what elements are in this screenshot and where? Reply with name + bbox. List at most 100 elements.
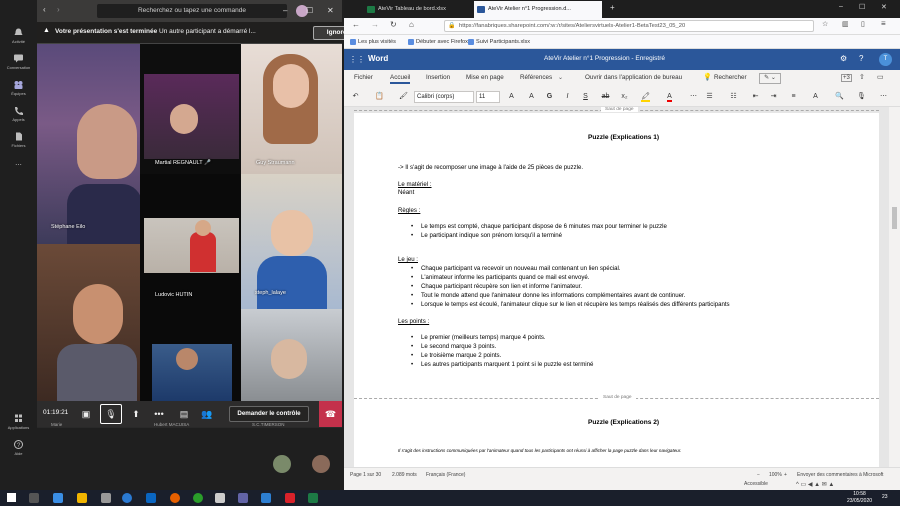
library-icon[interactable]: ▥ — [842, 20, 849, 28]
align-icon[interactable]: ≡ — [788, 91, 799, 103]
start-icon[interactable] — [7, 493, 16, 502]
video-tile[interactable] — [37, 244, 140, 401]
status-feedback[interactable]: Envoyer des commentaires à Microsoft — [797, 472, 883, 478]
sidebar-icon[interactable]: ▯ — [861, 20, 865, 28]
share-icon[interactable]: ⇧ — [859, 73, 865, 81]
video-tile[interactable] — [140, 304, 241, 401]
browser-tab-active[interactable]: AteVir Atelier n°1 Progression.d... — [474, 1, 602, 18]
firefox-icon[interactable] — [170, 493, 180, 503]
minimize-icon[interactable]: – — [283, 4, 287, 18]
avatar[interactable]: T — [879, 53, 892, 66]
close-icon[interactable]: ✕ — [327, 4, 334, 18]
italic-icon[interactable]: I — [562, 91, 573, 103]
scrollbar-thumb[interactable] — [892, 207, 897, 229]
underline-icon[interactable]: S — [580, 91, 591, 103]
notification-count[interactable]: 23 — [882, 494, 888, 500]
video-tile[interactable]: Martial REGNAULT 🎤 — [140, 44, 241, 174]
file-explorer-icon[interactable] — [77, 493, 87, 503]
rail-item-teams[interactable]: Équipes — [0, 80, 37, 96]
outlook-icon[interactable] — [146, 493, 156, 503]
font-color-icon[interactable]: A — [664, 91, 675, 103]
video-tile[interactable]: Ludovic HUTIN — [140, 174, 241, 304]
bookmark-item[interactable]: Débuter avec Firefox — [408, 37, 468, 47]
comment-icon[interactable]: ▭ — [877, 73, 884, 81]
styles-icon[interactable]: A — [810, 91, 821, 103]
bookmark-item[interactable]: Les plus visités — [350, 37, 396, 47]
help-icon[interactable]: ? — [859, 54, 863, 63]
document-area[interactable]: Saut de page Puzzle (Explications 1) -> … — [344, 107, 889, 467]
more-icon[interactable]: ⋯ — [878, 91, 889, 103]
acrobat-icon[interactable] — [285, 493, 295, 503]
zoom-in-icon[interactable]: + — [784, 472, 787, 478]
video-tile[interactable]: Stéphane Eilo — [37, 44, 140, 244]
decrease-indent-icon[interactable]: ⇤ — [750, 91, 761, 103]
video-tile[interactable]: Guy Straumann — [241, 44, 342, 174]
bullets-icon[interactable]: ☰ — [704, 91, 715, 103]
paste-icon[interactable]: 📋 — [374, 91, 385, 103]
comments-button[interactable]: +3 — [841, 74, 852, 82]
subscript-icon[interactable]: x₂ — [619, 91, 630, 103]
forward-icon[interactable]: → — [371, 20, 379, 29]
word-app-name[interactable]: Word — [368, 54, 388, 63]
bookmark-item[interactable]: Suivi Participants.xlsx — [468, 37, 530, 47]
dictate-icon[interactable]: 🎙 — [856, 91, 867, 103]
back-icon[interactable]: ‹ — [43, 5, 46, 14]
settings-icon[interactable] — [101, 493, 111, 503]
app-icon[interactable] — [215, 493, 225, 503]
settings-icon[interactable]: ⚙ — [840, 54, 847, 63]
tab-insertion[interactable]: Insertion — [426, 74, 450, 81]
rail-item-more[interactable]: ... — [0, 158, 37, 167]
chat-icon[interactable]: ▤ — [177, 407, 191, 421]
avatar[interactable] — [312, 455, 330, 473]
increase-indent-icon[interactable]: ⇥ — [768, 91, 779, 103]
open-desktop-app[interactable]: Ouvrir dans l'application de bureau — [585, 74, 682, 81]
back-icon[interactable]: ← — [352, 20, 360, 29]
participants-icon[interactable]: 👥 — [200, 407, 214, 421]
teams-search-input[interactable]: Recherchez ou tapez une commande — [97, 4, 287, 18]
bookmark-star-icon[interactable]: ☆ — [822, 20, 828, 28]
mic-icon[interactable]: 🎙 — [100, 404, 122, 424]
request-control-button[interactable]: Demander le contrôle — [229, 406, 309, 422]
highlight-icon[interactable]: 🖍 — [640, 91, 651, 103]
new-tab-icon[interactable]: + — [610, 3, 615, 12]
rail-item-help[interactable]: ? Aide — [0, 440, 37, 456]
maximize-icon[interactable]: ☐ — [306, 4, 313, 18]
edge-icon[interactable] — [122, 493, 132, 503]
bold-icon[interactable]: G — [544, 91, 555, 103]
video-tile[interactable] — [241, 309, 342, 401]
font-size-select[interactable]: 11 — [476, 91, 500, 103]
tab-references[interactable]: Références — [520, 74, 552, 81]
browser-tab[interactable]: AteVir Tableau de bord.xlsx — [364, 1, 472, 18]
camera-off-icon[interactable]: ▣ — [79, 407, 93, 421]
shrink-font-icon[interactable]: A — [526, 91, 537, 103]
url-input[interactable]: 🔒 https://fanabriques.sharepoint.com/:w:… — [444, 20, 814, 32]
forward-icon[interactable]: › — [57, 5, 60, 14]
photos-icon[interactable] — [261, 493, 271, 503]
tab-accueil[interactable]: Accueil — [390, 74, 411, 84]
minimize-icon[interactable]: – — [839, 3, 843, 10]
edit-mode-icon[interactable]: ✎ ⌄ — [759, 73, 781, 84]
vertical-scrollbar[interactable] — [889, 107, 900, 467]
grow-font-icon[interactable]: A — [506, 91, 517, 103]
rail-item-files[interactable]: Fichiers — [0, 132, 37, 148]
rail-item-apps[interactable]: Applications — [0, 414, 37, 430]
reload-icon[interactable]: ↻ — [390, 20, 397, 29]
status-zoom[interactable]: 100% — [769, 472, 782, 478]
video-tile[interactable]: steph_lalaye — [241, 174, 342, 309]
close-icon[interactable]: ✕ — [881, 3, 887, 11]
document-page[interactable]: Puzzle (Explications 1) -> Il s'agit de … — [354, 113, 879, 467]
avatar[interactable] — [273, 455, 291, 473]
tab-fichier[interactable]: Fichier — [354, 74, 373, 81]
more-actions-icon[interactable]: ••• — [152, 407, 166, 421]
find-icon[interactable]: 🔍 — [834, 91, 845, 103]
rail-item-activity[interactable]: Activité — [0, 28, 37, 44]
chevron-down-icon[interactable]: ⌄ — [558, 74, 563, 81]
tab-mise-en-page[interactable]: Mise en page — [466, 74, 504, 81]
excel-icon[interactable] — [308, 493, 318, 503]
home-icon[interactable]: ⌂ — [409, 20, 414, 29]
rail-item-chat[interactable]: Conversation — [0, 54, 37, 70]
undo-icon[interactable]: ↶ — [350, 91, 361, 103]
document-title[interactable]: AteVir Atelier n°1 Progression - Enregis… — [544, 55, 665, 62]
rail-item-calls[interactable]: Appels — [0, 106, 37, 122]
chrome-icon[interactable] — [193, 493, 203, 503]
